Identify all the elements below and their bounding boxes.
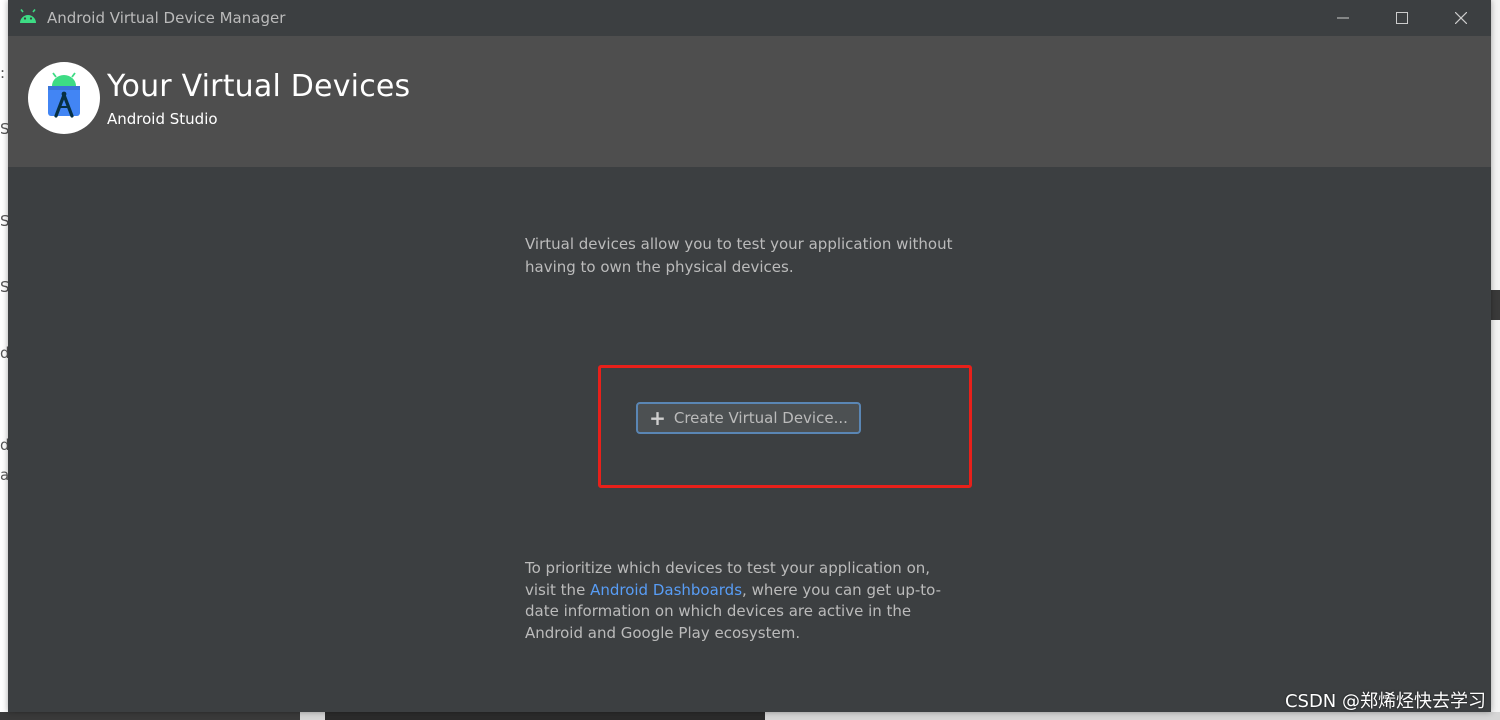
background-strip xyxy=(0,712,300,720)
background-bar xyxy=(1490,290,1500,320)
minimize-button[interactable] xyxy=(1314,0,1372,36)
background-taskbar xyxy=(0,712,1500,720)
create-virtual-device-button[interactable]: + Create Virtual Device... xyxy=(636,402,861,434)
android-dashboards-link[interactable]: Android Dashboards xyxy=(590,581,742,599)
background-page-right xyxy=(1490,0,1500,720)
intro-text: Virtual devices allow you to test your a… xyxy=(525,235,953,276)
main-content: Virtual devices allow you to test your a… xyxy=(8,167,1491,712)
avd-manager-window: Android Virtual Device Manager Your Virt… xyxy=(8,0,1491,712)
android-icon xyxy=(18,9,38,25)
maximize-button[interactable] xyxy=(1373,0,1431,36)
csdn-watermark: CSDN @郑烯烃快去学习 xyxy=(1284,691,1486,712)
android-studio-logo xyxy=(28,62,100,134)
close-icon xyxy=(1455,12,1467,24)
page-header: Your Virtual Devices Android Studio xyxy=(8,36,1491,167)
outro-text: To prioritize which devices to test your… xyxy=(525,558,965,644)
title-bar[interactable]: Android Virtual Device Manager xyxy=(8,0,1491,36)
minimize-icon xyxy=(1337,17,1349,19)
create-button-label: Create Virtual Device... xyxy=(673,409,848,427)
page-subtitle: Android Studio xyxy=(107,110,218,128)
page-title: Your Virtual Devices xyxy=(107,69,411,104)
close-button[interactable] xyxy=(1432,0,1490,36)
plus-icon: + xyxy=(649,406,666,430)
maximize-icon xyxy=(1396,12,1408,24)
window-title: Android Virtual Device Manager xyxy=(47,9,286,27)
background-strip xyxy=(325,712,765,720)
